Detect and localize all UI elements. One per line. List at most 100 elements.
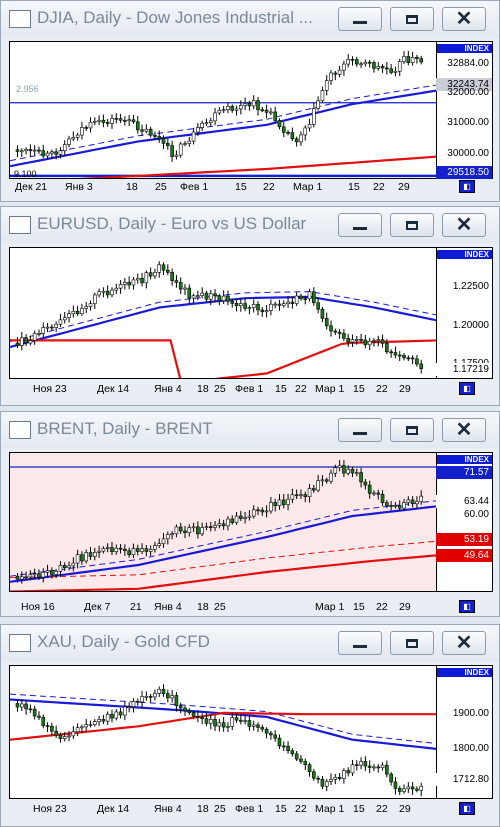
candle-body [28, 340, 33, 344]
title-bar[interactable]: EURUSD, Daily - Euro vs US Dollar ✕ [1, 207, 499, 243]
time-label: Янв 4 [154, 803, 182, 815]
candle-body [187, 527, 192, 534]
candle-body [307, 291, 312, 300]
scale-fix-icon[interactable]: ◧ [459, 180, 475, 193]
time-label: 29 [399, 601, 411, 613]
chart-window-xau[interactable]: XAU, Daily - Gold CFD ✕ INDEX 1900.00 18… [0, 624, 500, 827]
candle-body [389, 68, 393, 73]
candle-body [93, 294, 97, 304]
candle-body [359, 339, 363, 341]
time-label: 29 [399, 803, 411, 815]
price-scale[interactable]: INDEX 71.57 63.44 60.00 53.19 49.64 [436, 452, 493, 592]
candle-body [294, 494, 299, 497]
maximize-button[interactable] [390, 7, 434, 31]
candle-body [277, 120, 282, 128]
close-button[interactable]: ✕ [442, 418, 486, 442]
candle-body [226, 518, 230, 527]
candle-body [157, 136, 162, 139]
candle-body [28, 574, 33, 578]
title-bar[interactable]: DJIA, Daily - Dow Jones Industrial ... ✕ [1, 1, 499, 37]
axis-tick: 1.20000 [452, 320, 489, 331]
price-plot[interactable] [9, 452, 437, 592]
candle-body [140, 696, 144, 703]
candle-body [243, 517, 247, 519]
candle-body [354, 764, 359, 767]
candle-body [264, 728, 269, 734]
candle-body [273, 734, 277, 739]
candle-body [178, 143, 183, 156]
candle-body [419, 495, 424, 502]
minimize-button[interactable] [338, 418, 382, 442]
candle-body [157, 264, 162, 273]
candle-body [183, 287, 187, 290]
minimize-button[interactable] [338, 631, 382, 655]
maximize-button[interactable] [390, 418, 434, 442]
candle-body [157, 688, 162, 694]
candle-body [303, 761, 308, 765]
price-plot[interactable] [9, 665, 437, 799]
candle-body [24, 576, 28, 579]
candle-body [273, 303, 277, 306]
title-bar[interactable]: BRENT, Daily - BRENT ✕ [1, 412, 499, 448]
scale-fix-icon[interactable]: ◧ [459, 600, 475, 613]
price-scale[interactable]: INDEX 1.22500 1.20000 1.17500 1.17219 [436, 247, 493, 379]
price-plot[interactable] [9, 247, 437, 379]
scale-fix-icon[interactable]: ◧ [459, 382, 475, 395]
candle-body [28, 708, 33, 711]
time-label: Мар 1 [315, 601, 345, 613]
candle-body [239, 515, 243, 519]
candle-body [230, 518, 235, 523]
candle-body [264, 510, 269, 513]
candle-body [187, 140, 192, 144]
candle-body [320, 90, 325, 102]
candle-body [367, 484, 372, 494]
time-label: Дек 21 [15, 181, 48, 193]
candlestick-chart [10, 459, 436, 591]
price-scale[interactable]: INDEX 32884.00 32243.74 32000.00 31000.0… [436, 41, 493, 179]
minimize-button[interactable] [338, 7, 382, 31]
candle-body [32, 149, 37, 152]
minimize-icon [353, 644, 367, 648]
price-scale[interactable]: INDEX 1900.00 1800.00 1712.80 [436, 665, 493, 799]
maximize-button[interactable] [390, 213, 434, 237]
time-axis: Дек 21 Янв 3 18 25 Фев 1 15 22 Мар 1 15 … [9, 179, 437, 195]
title-bar[interactable]: XAU, Daily - Gold CFD ✕ [1, 625, 499, 661]
candle-body [243, 720, 247, 722]
chart-window-brent[interactable]: BRENT, Daily - BRENT ✕ INDEX 71.57 63.44… [0, 411, 500, 617]
candle-body [15, 149, 20, 152]
chart-window-eurusd[interactable]: EURUSD, Daily - Euro vs US Dollar ✕ INDE… [0, 206, 500, 406]
time-label: 15 [353, 383, 365, 395]
maximize-button[interactable] [390, 631, 434, 655]
scale-fix-icon[interactable]: ◧ [459, 802, 475, 815]
candle-body [419, 785, 424, 791]
close-button[interactable]: ✕ [442, 7, 486, 31]
candle-body [393, 505, 398, 507]
candle-body [204, 718, 209, 724]
candle-body [15, 342, 20, 346]
candle-body [281, 499, 286, 505]
candle-body [354, 339, 359, 341]
candle-body [166, 269, 170, 273]
candle-body [37, 333, 41, 335]
minimize-button[interactable] [338, 213, 382, 237]
candle-body [161, 538, 166, 544]
chart-window-djia[interactable]: DJIA, Daily - Dow Jones Industrial ... ✕… [0, 0, 500, 202]
candle-body [221, 109, 226, 112]
close-button[interactable]: ✕ [442, 631, 486, 655]
close-button[interactable]: ✕ [442, 213, 486, 237]
candle-body [200, 292, 204, 296]
candle-body [170, 533, 174, 536]
candle-body [359, 472, 363, 483]
candle-body [354, 59, 359, 65]
candle-body [187, 287, 192, 299]
candle-body [290, 494, 295, 500]
moving-average-line [10, 505, 436, 583]
price-plot[interactable]: 2.956 9.100 [9, 41, 437, 179]
time-label: 22 [373, 181, 385, 193]
candle-body [166, 693, 170, 699]
candle-body [221, 722, 226, 728]
close-icon: ✕ [455, 419, 473, 441]
candle-body [191, 295, 196, 299]
candle-body [307, 488, 312, 497]
candle-body [110, 547, 114, 552]
